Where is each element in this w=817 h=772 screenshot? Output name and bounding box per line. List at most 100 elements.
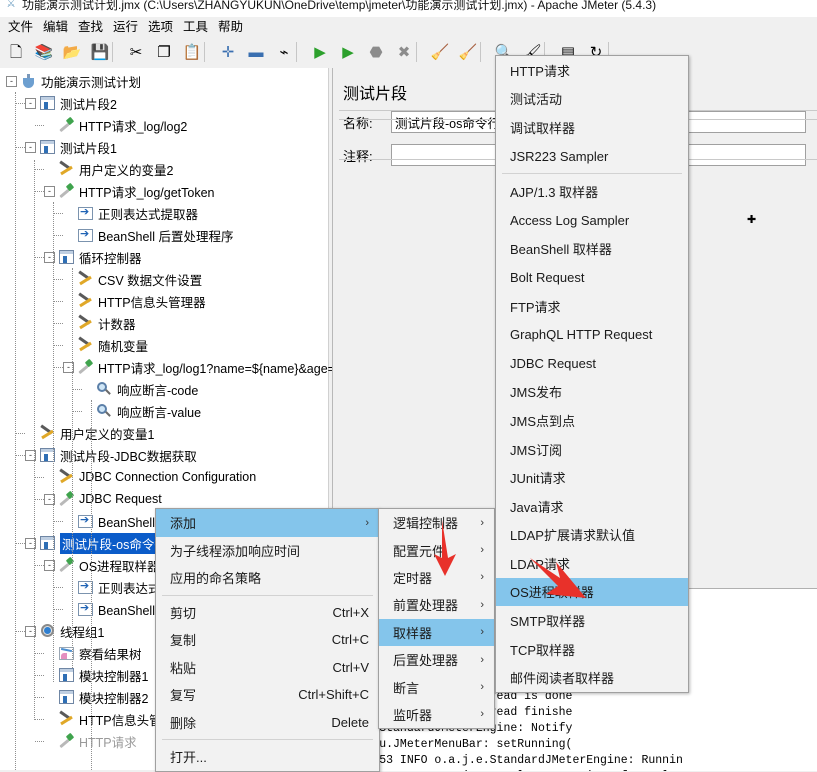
tree-node[interactable]: - 循环控制器 — [44, 246, 142, 268]
templates-button[interactable]: 📚 — [32, 40, 56, 64]
menu-item[interactable]: 打开... — [156, 743, 379, 771]
copy-button[interactable]: ❐ — [152, 40, 176, 64]
tree-node[interactable]: 用户定义的变量1 — [25, 422, 154, 444]
menu-5[interactable]: 工具 — [179, 19, 212, 35]
tree-node[interactable]: 用户定义的变量2 — [44, 158, 173, 180]
tree-node[interactable]: HTTP请求_log/log2 — [44, 114, 187, 136]
menu-item[interactable]: JMS发布 — [496, 378, 688, 407]
tree-node[interactable]: 响应断言-code — [82, 378, 198, 400]
menu-item[interactable]: TCP取样器 — [496, 635, 688, 664]
tree-toggle-icon[interactable]: - — [44, 185, 55, 197]
menu-item[interactable]: OS进程取样器 — [496, 577, 688, 607]
tree-node[interactable]: - OS进程取样器 — [44, 554, 160, 576]
menu-item[interactable]: JSR223 Sampler — [496, 142, 688, 171]
tree-node[interactable]: - 测试片段1 — [25, 136, 117, 158]
menu-item[interactable]: 应用的命名策略 — [156, 564, 379, 592]
tree-node[interactable]: 模块控制器1 — [44, 664, 148, 686]
menu-6[interactable]: 帮助 — [214, 19, 247, 35]
menu-item[interactable]: FTP请求 — [496, 292, 688, 321]
open-button[interactable]: 📂 — [60, 40, 84, 64]
menu-item[interactable]: 删除 Delete — [156, 709, 379, 737]
add-submenu[interactable]: 逻辑控制器 › 配置元件 › 定时器 › 前置处理器 › 取样器 › 后置处理器 › 断言 › 监听器 › — [378, 508, 495, 730]
start-no-timers-button[interactable]: ▶ — [336, 40, 360, 64]
tree-node[interactable]: - 功能演示测试计划 — [6, 70, 141, 92]
menu-item[interactable]: 复制 Ctrl+C — [156, 626, 379, 654]
new-test-plan-button[interactable]: 🗋 — [4, 40, 28, 64]
tree-node[interactable]: 随机变量 — [63, 334, 148, 356]
menu-item[interactable]: GraphQL HTTP Request — [496, 320, 688, 349]
menu-item[interactable]: 测试活动 — [496, 85, 688, 114]
save-button[interactable]: 💾 — [88, 40, 112, 64]
menu-item[interactable]: 逻辑控制器 › — [379, 509, 494, 536]
menu-item[interactable]: SMTP取样器 — [496, 606, 688, 635]
clear-all-button[interactable]: 🧹 — [456, 40, 480, 64]
toggle-button[interactable]: ⌁ — [272, 40, 296, 64]
tree-node[interactable]: 模块控制器2 — [44, 686, 148, 708]
wrench-icon — [58, 161, 75, 178]
menu-item[interactable]: LDAP请求 — [496, 549, 688, 578]
tree-node[interactable]: 计数器 — [63, 312, 136, 334]
menu-item[interactable]: JMS订阅 — [496, 435, 688, 464]
menu-item[interactable]: 断言 › — [379, 673, 494, 700]
tree-toggle-icon[interactable]: - — [25, 97, 36, 109]
menu-item[interactable]: 剪切 Ctrl+X — [156, 599, 379, 627]
tree-toggle-icon[interactable]: - — [25, 141, 36, 153]
menu-item[interactable]: Bolt Request — [496, 263, 688, 292]
menu-item-label: JDBC Request — [510, 355, 596, 371]
http-icon — [58, 117, 75, 134]
menu-item[interactable]: AJP/1.3 取样器 — [496, 177, 688, 206]
menu-item[interactable]: 取样器 › — [379, 618, 494, 646]
tree-node[interactable]: HTTP信息头管理器 — [63, 290, 206, 312]
menu-item[interactable]: 邮件阅读者取样器 — [496, 663, 688, 692]
menu-item[interactable]: 粘贴 Ctrl+V — [156, 654, 379, 682]
menu-1[interactable]: 编辑 — [39, 19, 72, 35]
start-button[interactable]: ▶ — [308, 40, 332, 64]
menu-item[interactable]: 复写 Ctrl+Shift+C — [156, 681, 379, 709]
menu-item[interactable]: Access Log Sampler — [496, 206, 688, 235]
tree-node[interactable]: 察看结果树 — [44, 642, 142, 664]
menu-4[interactable]: 选项 — [144, 19, 177, 35]
tree-node[interactable]: - 测试片段2 — [25, 92, 117, 114]
menu-item[interactable]: 为子线程添加响应时间 — [156, 537, 379, 565]
shutdown-button[interactable]: ✖ — [392, 40, 416, 64]
menu-item[interactable]: 配置元件 › — [379, 536, 494, 563]
sampler-submenu[interactable]: HTTP请求 测试活动 调试取样器 JSR223 Sampler AJP/1.3 取样器… — [495, 55, 689, 694]
tree-node[interactable]: JDBC Connection Configuration — [44, 466, 256, 488]
menu-item[interactable]: 后置处理器 › — [379, 646, 494, 673]
menu-item[interactable]: 定时器 › — [379, 564, 494, 591]
tree-node[interactable]: BeanShell 后置处理程序 — [63, 224, 233, 246]
expand-all-button[interactable]: ✛ — [216, 40, 240, 64]
menu-item[interactable]: 添加 › — [156, 509, 379, 537]
paste-button[interactable]: 📋 — [180, 40, 204, 64]
menu-3[interactable]: 运行 — [109, 19, 142, 35]
tree-node[interactable]: - JDBC Request — [44, 488, 162, 510]
tree-node[interactable]: 响应断言-value — [82, 400, 201, 422]
menu-item[interactable]: 调试取样器 — [496, 113, 688, 142]
menu-item[interactable]: Java请求 — [496, 492, 688, 521]
stop-button[interactable]: ⬣ — [364, 40, 388, 64]
menu-item[interactable]: 监听器 › — [379, 701, 494, 728]
menu-item[interactable]: 前置处理器 › — [379, 591, 494, 618]
collapse-all-button[interactable]: ▬ — [244, 40, 268, 64]
tree-node[interactable]: - 线程组1 — [25, 620, 104, 642]
tree-node[interactable]: - HTTP请求_log/getToken — [44, 180, 214, 202]
tree-node[interactable]: CSV 数据文件设置 — [63, 268, 202, 290]
tree-node[interactable]: - 测试片段-JDBC数据获取 — [25, 444, 197, 466]
cut-button[interactable]: ✂ — [124, 40, 148, 64]
menu-2[interactable]: 查找 — [74, 19, 107, 35]
copy-icon: ❐ — [157, 43, 171, 61]
tree-node[interactable]: 正则表达式提取器 — [63, 202, 198, 224]
tree-guide — [54, 323, 63, 324]
menu-item[interactable]: JDBC Request — [496, 349, 688, 378]
tree-context-menu[interactable]: 添加 › 为子线程添加响应时间 应用的命名策略 剪切 Ctrl+X 复制 Ctrl+C 粘贴 Ct… — [155, 508, 380, 772]
menu-item[interactable]: LDAP扩展请求默认值 — [496, 521, 688, 550]
menu-item[interactable]: HTTP请求 — [496, 56, 688, 85]
menu-item[interactable]: BeanShell 取样器 — [496, 235, 688, 264]
clear-button[interactable]: 🧹 — [428, 40, 452, 64]
menu-0[interactable]: 文件 — [4, 19, 37, 35]
tree-toggle-icon[interactable]: - — [6, 75, 17, 87]
menu-item-label: Java请求 — [510, 499, 564, 515]
menu-item[interactable]: JUnit请求 — [496, 463, 688, 492]
tree-node[interactable]: -HTTP请求_log/log1?name=${name}&age=${age} — [63, 356, 332, 378]
menu-item[interactable]: JMS点到点 — [496, 406, 688, 435]
